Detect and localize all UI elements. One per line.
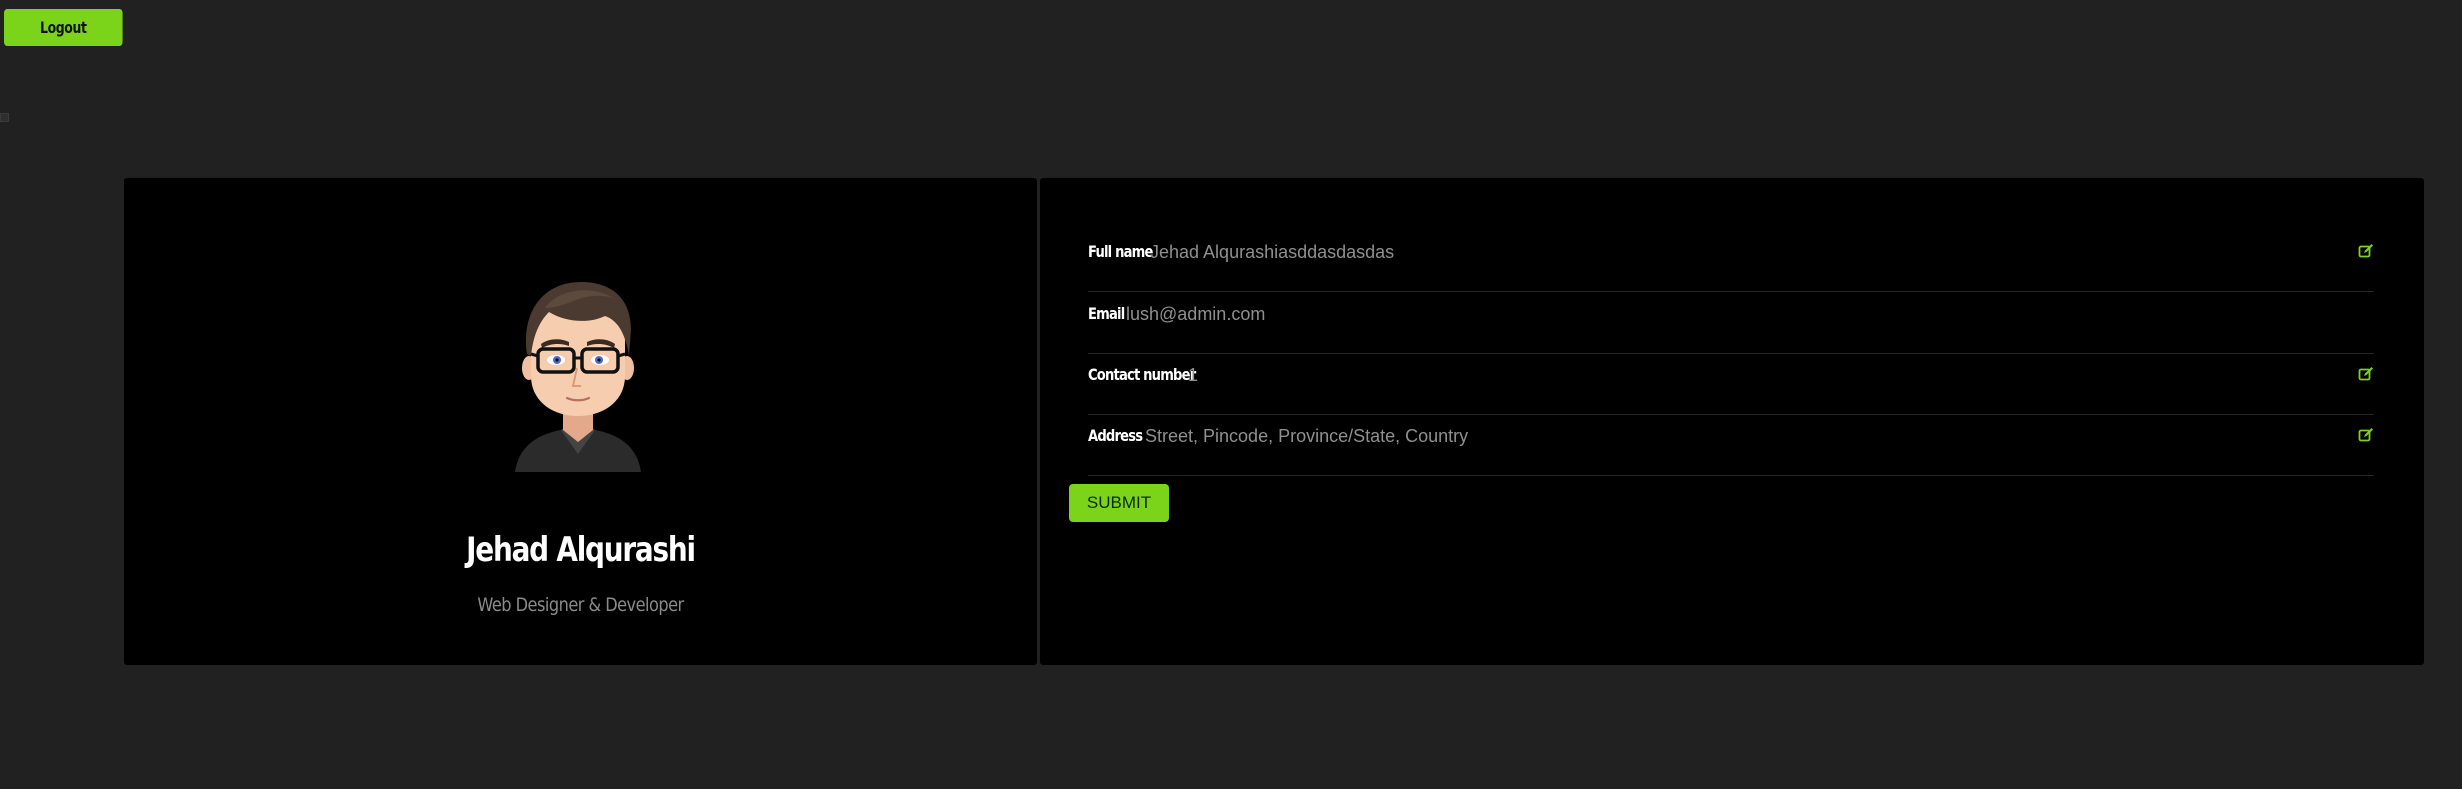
field-label: Contact number [1088, 365, 1196, 384]
field-value[interactable]: 1 [1188, 355, 1198, 395]
edit-icon[interactable] [2358, 427, 2374, 443]
profile-name: Jehad Alqurashi [466, 530, 696, 570]
field-label: Email [1088, 304, 1125, 323]
field-row-email: Email lush@admin.com [1088, 294, 2374, 354]
logout-button[interactable]: Logout [4, 9, 123, 46]
field-label: Address [1088, 426, 1143, 445]
profile-role: Web Designer & Developer [477, 594, 684, 616]
field-row-full-name: Full name Jehad Alqurashiasddasdasdas [1088, 232, 2374, 292]
edit-icon[interactable] [2358, 243, 2374, 259]
field-row-address: Address Street, Pincode, Province/State,… [1088, 416, 2374, 476]
field-label: Full name [1088, 242, 1153, 261]
avatar [515, 282, 641, 472]
submit-button[interactable]: SUBMIT [1069, 484, 1169, 522]
field-row-contact-number: Contact number 1 [1088, 355, 2374, 415]
field-value[interactable]: Jehad Alqurashiasddasdasdas [1150, 232, 1394, 272]
field-value[interactable]: lush@admin.com [1126, 294, 1265, 334]
field-value[interactable]: Street, Pincode, Province/State, Country [1145, 416, 1468, 456]
edit-icon[interactable] [2358, 366, 2374, 382]
checkbox[interactable] [0, 113, 9, 122]
